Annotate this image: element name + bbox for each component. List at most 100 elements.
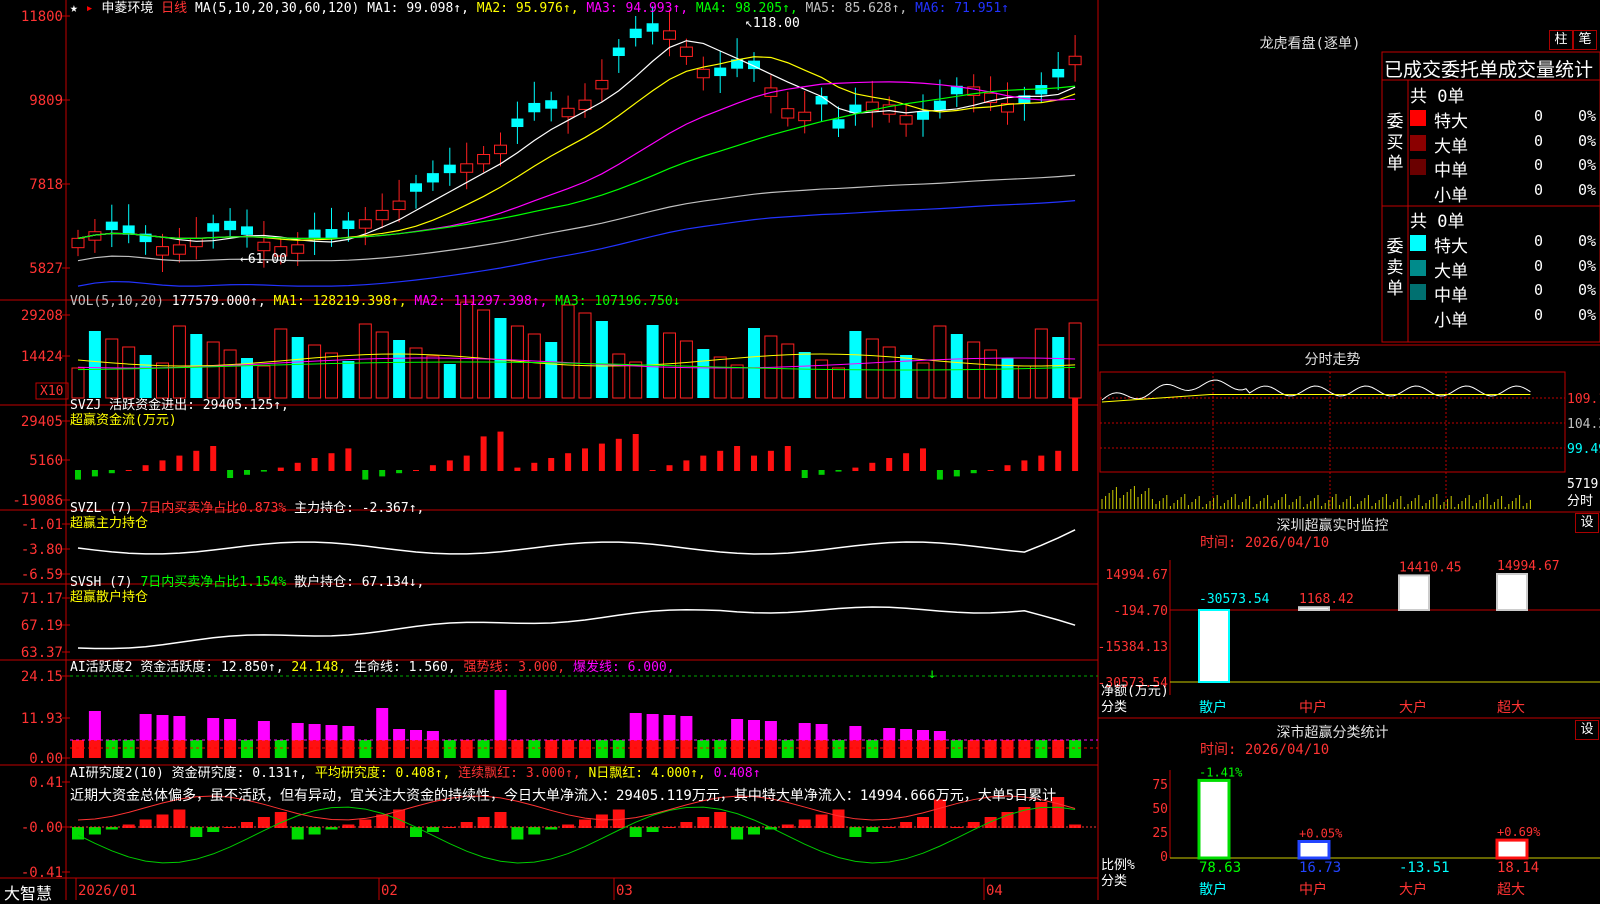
ai-active-top [426,731,439,740]
sz-monitor-bar-1 [1198,609,1230,683]
candle-up [663,30,676,40]
sz-class-bar-2 [1297,839,1331,860]
ma1-line [77,40,1076,243]
buy-pct-1: 0% [1578,107,1597,125]
vol-ma-value-1: MA1: 128219.398↑, [273,294,407,309]
sell-swatch-4 [1410,308,1426,325]
ai-research-pos [359,819,372,828]
svzj-bar-neg [970,470,977,474]
svzj-bar-pos [328,453,335,471]
ai-research-neg [72,827,84,840]
svzj-bar-pos [767,450,774,471]
sz-monitor-bar-3 [1398,574,1430,612]
svzj-bar-pos [734,446,741,471]
ai-research-neg [207,827,220,832]
candle-up [375,209,389,221]
ai-active-label: AI活跃度2 资金活跃度: 12.850↑, [70,660,284,675]
ai-active-base [984,740,997,758]
svzj-bar-pos [531,462,538,471]
buy-pct-4: 0% [1578,180,1597,199]
ma-value-1: MA1: 99.098↑, [367,1,469,16]
sz-monitor-cat-4: 超大 [1497,700,1525,716]
sz-monitor-title: 深圳超赢实时监控 [1276,518,1389,534]
date-label-2: 02 [381,883,398,899]
bar-mode-button[interactable]: 柱 [1549,30,1573,50]
candle-down [832,119,845,129]
ai-active-base [900,740,913,758]
star-icon: ★ [70,1,78,16]
vol-bar-up [713,356,727,399]
price-axis-2: 9809 [29,93,63,109]
ma4-line [77,85,1076,239]
period-label[interactable]: 日线 [161,1,187,16]
ai-active-base [1018,740,1031,758]
candle-up [561,107,575,118]
vol-bar-up [172,325,186,399]
intraday-vol-bars [1101,486,1531,509]
ai-active-base [1001,740,1014,758]
sz-class-top-2: +0.05% [1299,826,1343,840]
vol-bar-up [612,353,626,399]
ai-active-base [629,740,642,758]
svzj-bar-pos [582,448,588,471]
ai-active-base [207,740,220,758]
sz-monitor-value-2: 1168.42 [1299,592,1354,607]
candle-down [629,28,642,39]
ai-research-axis-3: -0.41 [21,865,63,881]
intraday-vol-unit: 分时 [1567,494,1593,509]
ai-active-top [376,708,389,740]
vol-bar-down [342,361,355,398]
sz-monitor-axis-2: -194.70 [1113,604,1168,619]
signal-arrow: ↓ [928,666,936,682]
sell-swatch-2 [1410,259,1426,276]
ai-active-base [663,740,676,758]
ai-active-base [967,740,980,758]
stock-name[interactable]: 申菱环境 [101,1,153,16]
candle-down [207,223,220,232]
ai-active-base [917,740,929,758]
svzj-bar-pos [159,460,166,471]
svzj-bar-pos [886,458,893,471]
ai-active-base [494,740,507,758]
ai-research-neg [308,827,321,835]
svzj-bar-pos [1055,450,1062,471]
ai-active-top [748,720,760,740]
sz-class-title: 深市超赢分类统计 [1276,725,1389,741]
intraday-vol-axis: 5719 [1567,477,1598,492]
ai-research-neg [748,827,760,835]
ma6-line [77,200,1076,287]
vol-legend: VOL(5,10,20) 177579.000↑, MA1: 128219.39… [70,294,681,309]
sell-label-4: 小单 [1434,310,1468,331]
sz-class-cat-4: 超大 [1497,882,1525,898]
svzj-bar-pos [632,434,639,471]
svzl-axis-2: -3.80 [21,542,63,558]
sz-monitor-settings-button[interactable]: 设 [1575,513,1599,533]
sell-pct-2: 0% [1578,256,1597,275]
ai-active-top [291,723,304,740]
ai-active-v3: 生命线: 1.560, [354,660,456,675]
svzj-bar-pos [598,443,605,471]
sz-class-settings-button[interactable]: 设 [1575,720,1599,740]
candle-up [696,68,710,79]
svzj-bar-pos [497,431,504,471]
ai-research-axis-2: -0.00 [21,820,63,836]
chart-canvas[interactable]: 11800 9809 7818 5827 29208 14424 X10 29405 5160 -… [0,0,1600,900]
ai-research-pos [663,827,676,828]
candle-down [815,95,828,105]
vol-ma-values: MA1: 128219.398↑, MA2: 111297.398↑, MA3:… [274,294,681,309]
ai-active-top [224,719,237,740]
pen-mode-button[interactable]: 笔 [1573,30,1597,50]
vol-bar-up [730,364,744,399]
ai-research-neg [426,827,439,832]
ai-research-comment: 近期大资金总体偏多，虽不活跃，但有异动，宜关注大资金的持续性，今日大单净流入：2… [70,788,1057,804]
ai-active-base [460,740,473,758]
svsh-legend: SVSH (7) 7日内买卖净占比1.154% 散户持仓: 67.134↓, 超… [70,575,424,605]
ai-research-pos [342,824,355,828]
svzl-axis-1: -1.01 [21,517,63,533]
sz-monitor-cat-3: 大户 [1399,699,1427,716]
svsh-line [77,606,1076,650]
lhb-header: 已成交委托单成交量统计 [1384,59,1594,81]
ma-value-6: MA6: 71.951↑ [907,1,1010,16]
svzj-bar-pos [1072,398,1079,471]
ma3-line [77,81,1076,239]
